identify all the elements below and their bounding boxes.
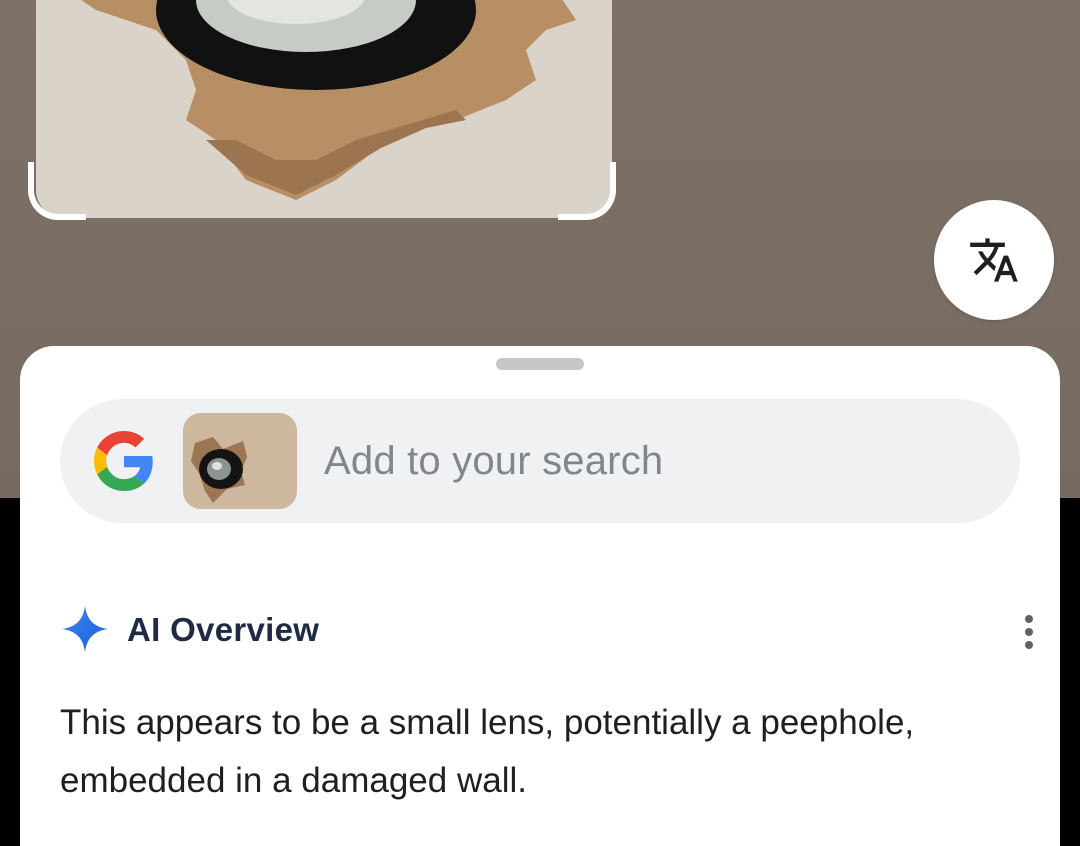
search-bar[interactable]: Add to your search <box>60 399 1020 523</box>
results-bottom-sheet: Add to your search AI Overview This appe… <box>20 346 1060 846</box>
google-g-icon[interactable] <box>94 431 154 491</box>
ai-overview-title: AI Overview <box>127 611 320 648</box>
sparkle-icon <box>62 606 108 652</box>
more-vert-icon[interactable] <box>1023 614 1035 650</box>
crop-corner-bottom-left[interactable] <box>28 162 86 220</box>
search-placeholder[interactable]: Add to your search <box>324 439 663 484</box>
ai-overview-text: This appears to be a small lens, potenti… <box>60 703 915 800</box>
ai-overview-header: AI Overview <box>60 604 1033 656</box>
cropped-photo <box>36 0 612 218</box>
translate-button[interactable] <box>934 200 1054 320</box>
image-thumbnail[interactable] <box>183 413 297 509</box>
translate-icon <box>970 238 1018 282</box>
selected-image-crop[interactable] <box>36 0 612 218</box>
drag-handle[interactable] <box>496 358 584 370</box>
